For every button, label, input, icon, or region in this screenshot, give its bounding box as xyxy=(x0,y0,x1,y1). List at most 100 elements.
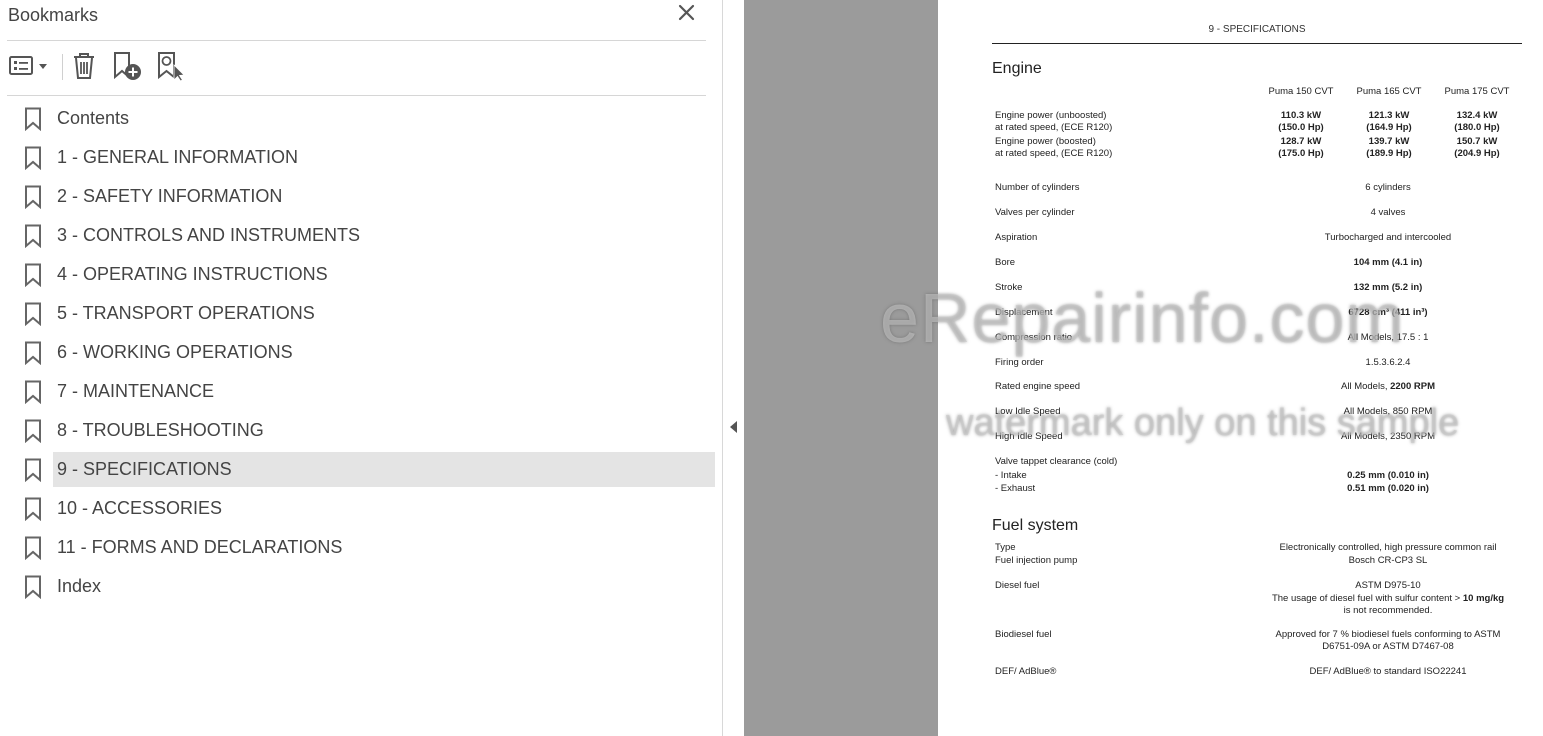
spec-value: Approved for 7 % biodiesel fuels conform… xyxy=(1275,629,1501,640)
bookmark-icon xyxy=(20,491,48,526)
new-bookmark-icon xyxy=(114,52,141,80)
collapse-panel-icon[interactable] xyxy=(730,420,738,438)
spec-label: Rated engine speed xyxy=(995,381,1081,392)
spec-label: Type xyxy=(995,542,1016,553)
header-rule xyxy=(992,43,1522,44)
spec-value: 121.3 kW xyxy=(1368,110,1410,121)
bookmark-label: 1 - GENERAL INFORMATION xyxy=(57,147,299,167)
bookmark-icon xyxy=(20,569,48,604)
bookmark-label: 5 - TRANSPORT OPERATIONS xyxy=(57,303,315,323)
page-header: 9 - SPECIFICATIONS xyxy=(1208,24,1306,35)
delete-bookmark-icon xyxy=(74,53,94,79)
spec-label: - Intake xyxy=(995,470,1027,481)
spec-label: Valves per cylinder xyxy=(995,207,1075,218)
spec-value: 6 cylinders xyxy=(1365,182,1411,193)
panel-splitter[interactable] xyxy=(723,0,744,736)
spec-label: at rated speed, (ECE R120) xyxy=(995,148,1113,159)
bookmark-item[interactable]: 3 - CONTROLS AND INSTRUMENTS xyxy=(20,218,715,253)
bookmark-label: 6 - WORKING OPERATIONS xyxy=(57,342,293,362)
find-current-bookmark-icon xyxy=(158,52,185,82)
spec-value-bold: 10 mg/kg xyxy=(1462,593,1505,604)
spec-value: 1.5.3.6.2.4 xyxy=(1365,357,1411,368)
spec-value: (175.0 Hp) xyxy=(1278,148,1324,159)
spec-value: 4 valves xyxy=(1370,207,1406,218)
bookmark-label: 7 - MAINTENANCE xyxy=(57,381,215,401)
bookmark-label: 4 - OPERATING INSTRUCTIONS xyxy=(57,264,328,284)
options-menu-button[interactable] xyxy=(7,48,51,84)
spec-label: Fuel injection pump xyxy=(995,555,1078,566)
bookmark-label: 9 - SPECIFICATIONS xyxy=(53,452,715,487)
spec-value: (204.9 Hp) xyxy=(1454,148,1500,159)
spec-value: All Models, 2200 RPM xyxy=(1288,381,1488,393)
bookmark-item[interactable]: 1 - GENERAL INFORMATION xyxy=(20,140,715,175)
column-header: Puma 175 CVT xyxy=(1444,86,1510,97)
spec-label: Bore xyxy=(995,257,1016,268)
document-page: 9 - SPECIFICATIONS Engine Puma 150 CVT P… xyxy=(938,0,1543,736)
bookmark-icon xyxy=(20,140,48,175)
spec-value: 132.4 kW xyxy=(1456,110,1498,121)
bookmark-item[interactable]: 10 - ACCESSORIES xyxy=(20,491,715,526)
bookmark-icon xyxy=(20,218,48,253)
spec-label: - Exhaust xyxy=(995,483,1036,494)
spec-value: 110.3 kW xyxy=(1280,110,1322,121)
spec-label: Engine power (unboosted) xyxy=(995,110,1107,121)
bookmark-item[interactable]: Contents xyxy=(20,101,715,136)
spec-label: High Idle Speed xyxy=(995,431,1063,442)
spec-label: Compression ratio xyxy=(995,332,1073,343)
toolbar-separator xyxy=(62,54,63,80)
bookmark-item[interactable]: 7 - MAINTENANCE xyxy=(20,374,715,409)
fuel-system-heading: Fuel system xyxy=(992,517,1079,534)
document-background xyxy=(744,0,938,736)
spec-value: D6751-09A or ASTM D7467-08 xyxy=(1322,641,1454,652)
toolbar-divider xyxy=(7,95,706,96)
panel-title: Bookmarks xyxy=(8,5,99,25)
bookmark-item[interactable]: 4 - OPERATING INSTRUCTIONS xyxy=(20,257,715,292)
spec-label: Engine power (boosted) xyxy=(995,136,1096,147)
bookmark-label: Contents xyxy=(57,108,130,128)
bookmark-item[interactable]: 5 - TRANSPORT OPERATIONS xyxy=(20,296,715,331)
spec-label: Displacement xyxy=(995,307,1053,318)
spec-value: 150.7 kW xyxy=(1456,136,1498,147)
new-bookmark-button[interactable] xyxy=(109,48,145,84)
bookmarks-toolbar xyxy=(7,48,706,86)
spec-label: Diesel fuel xyxy=(995,580,1040,591)
spec-value: ASTM D975-10 xyxy=(1355,580,1421,591)
bookmark-item[interactable]: 8 - TROUBLESHOOTING xyxy=(20,413,715,448)
bookmark-item[interactable]: 6 - WORKING OPERATIONS xyxy=(20,335,715,370)
spec-value: (164.9 Hp) xyxy=(1366,122,1412,133)
spec-value: 0.25 mm (0.010 in) xyxy=(1347,470,1429,481)
close-icon[interactable] xyxy=(676,2,698,24)
bookmark-item[interactable]: 9 - SPECIFICATIONS xyxy=(20,452,715,487)
bookmark-icon xyxy=(20,296,48,331)
bookmark-icon xyxy=(20,101,48,136)
bookmark-icon xyxy=(20,335,48,370)
spec-value: is not recommended. xyxy=(1343,605,1433,616)
spec-label: Aspiration xyxy=(995,232,1038,243)
spec-label: Low Idle Speed xyxy=(995,406,1061,417)
column-header: Puma 165 CVT xyxy=(1356,86,1422,97)
spec-value: All Models, 850 RPM xyxy=(1343,406,1433,417)
spec-value: 0.51 mm (0.020 in) xyxy=(1347,483,1429,494)
spec-value: Turbocharged and intercooled xyxy=(1324,232,1452,243)
bookmark-label: 3 - CONTROLS AND INSTRUMENTS xyxy=(57,225,361,245)
bookmark-label: 8 - TROUBLESHOOTING xyxy=(57,420,264,440)
spec-label: Biodiesel fuel xyxy=(995,629,1052,640)
bookmark-item[interactable]: 11 - FORMS AND DECLARATIONS xyxy=(20,530,715,565)
find-current-bookmark-button[interactable] xyxy=(153,48,189,84)
bookmark-label: 2 - SAFETY INFORMATION xyxy=(57,186,283,206)
bookmark-icon xyxy=(20,257,48,292)
bookmark-item[interactable]: Index xyxy=(20,569,715,604)
spec-value: 128.7 kW xyxy=(1280,136,1322,147)
spec-value-prefix: The usage of diesel fuel with sulfur con… xyxy=(1271,593,1463,604)
delete-bookmark-button[interactable] xyxy=(69,48,99,84)
panel-divider xyxy=(7,40,706,41)
spec-value: The usage of diesel fuel with sulfur con… xyxy=(1238,593,1538,605)
spec-label: Valve tappet clearance (cold) xyxy=(995,456,1118,467)
spec-label: Stroke xyxy=(995,282,1023,293)
bookmark-label: 11 - FORMS AND DECLARATIONS xyxy=(57,537,343,557)
spec-value: Electronically controlled, high pressure… xyxy=(1279,542,1497,553)
spec-value: 139.7 kW xyxy=(1368,136,1410,147)
bookmark-icon xyxy=(20,452,48,487)
bookmark-item[interactable]: 2 - SAFETY INFORMATION xyxy=(20,179,715,214)
spec-value: 132 mm (5.2 in) xyxy=(1353,282,1423,293)
